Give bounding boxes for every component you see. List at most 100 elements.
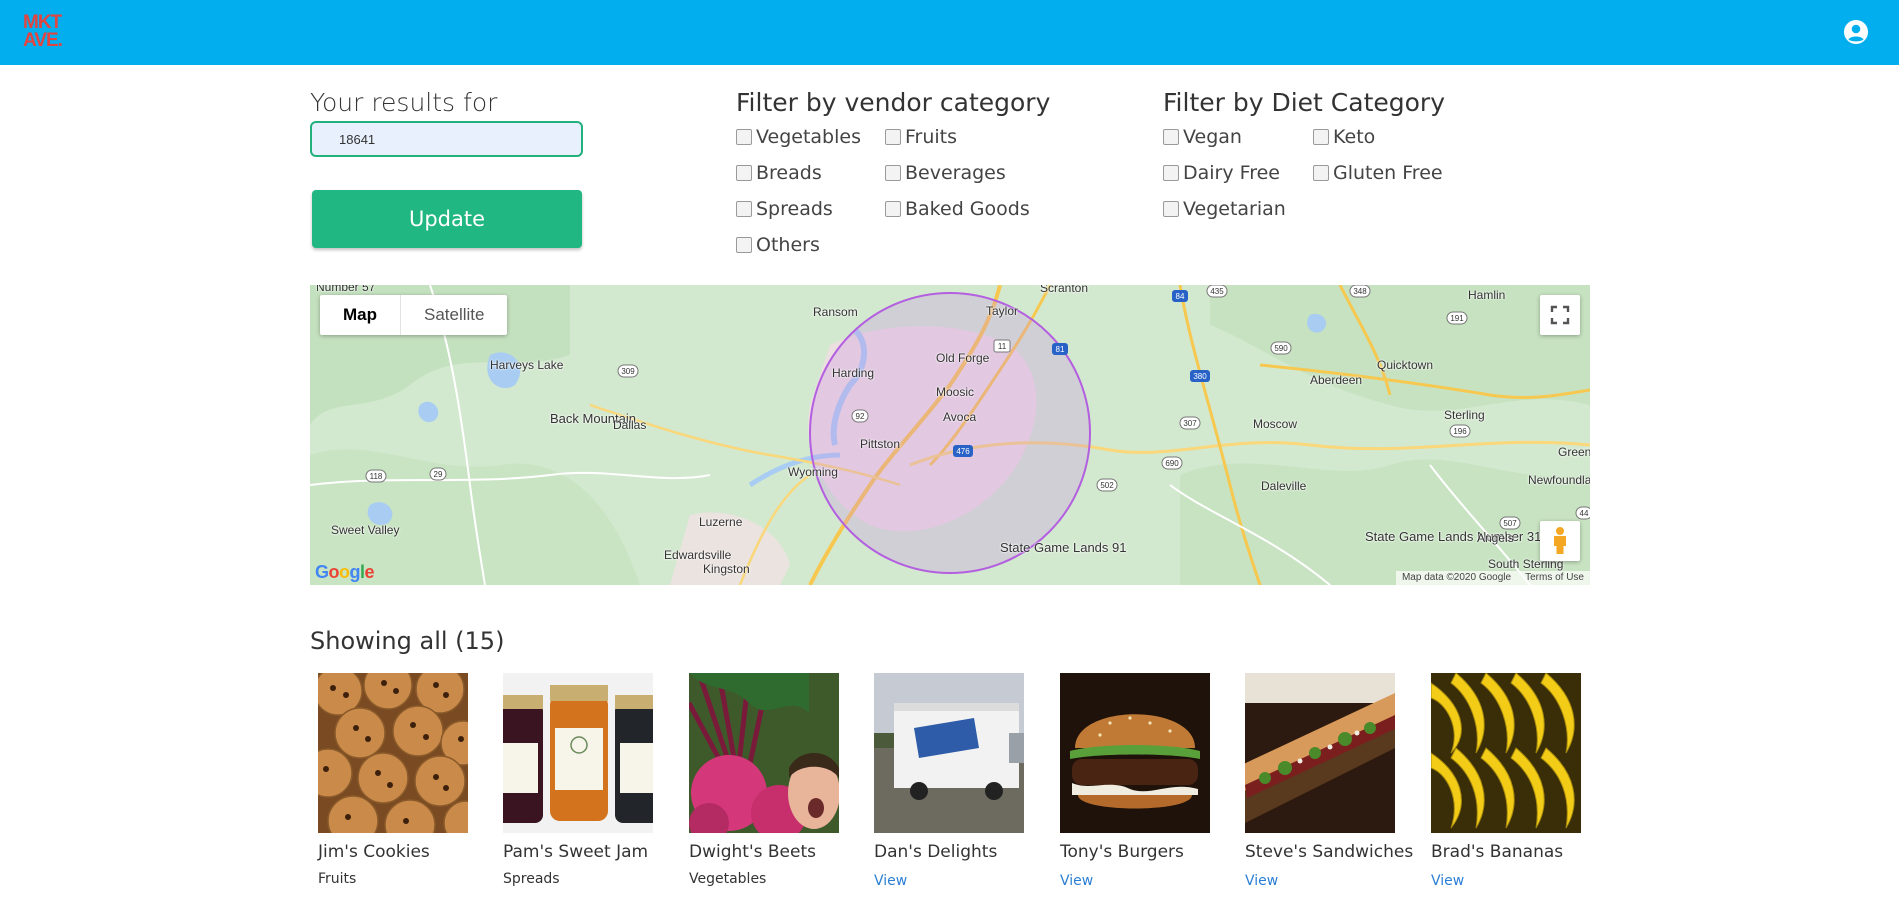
cookies-photo[interactable] (318, 673, 468, 833)
checkbox[interactable] (736, 201, 752, 217)
burger-photo[interactable] (1060, 673, 1210, 833)
map-type-satellite-button[interactable]: Satellite (401, 295, 507, 335)
road-shield: 435 (1206, 285, 1228, 298)
vendor-name: Dan's Delights (874, 842, 998, 862)
mkt-ave-logo[interactable]: MKT AVE. (23, 13, 69, 51)
map-data-credit: Map data ©2020 Google (1401, 572, 1512, 583)
road-shield: 502 (1096, 478, 1118, 492)
road-shield: 44 (1575, 506, 1590, 520)
road-shield: 118 (365, 469, 387, 483)
svg-text:191: 191 (1450, 314, 1464, 323)
filter-label: Dairy Free (1183, 162, 1280, 184)
road-shield: 690 (1161, 456, 1183, 470)
filter-label: Baked Goods (905, 198, 1030, 220)
vendor-name: Jim's Cookies (318, 842, 430, 862)
road-shield: 309 (617, 364, 639, 378)
jam-jars-photo[interactable] (503, 673, 653, 833)
filter-label: Vegetarian (1183, 198, 1286, 220)
road-shield: 81 (1052, 343, 1068, 355)
svg-text:309: 309 (621, 367, 635, 376)
filter-gluten-free[interactable]: Gluten Free (1313, 161, 1443, 185)
filter-vegan[interactable]: Vegan (1163, 125, 1242, 149)
vendor-card[interactable]: Pam's Sweet Jam Spreads (503, 673, 653, 887)
street-view-button[interactable] (1540, 521, 1580, 561)
view-vendor-link[interactable]: View (1431, 873, 1581, 889)
filter-label: Spreads (756, 198, 833, 220)
checkbox[interactable] (736, 165, 752, 181)
zip-code-input[interactable] (310, 121, 583, 157)
beets-photo[interactable] (689, 673, 839, 833)
sandwich-photo[interactable] (1245, 673, 1395, 833)
fullscreen-button[interactable] (1540, 295, 1580, 335)
filter-fruits[interactable]: Fruits (885, 125, 957, 149)
filter-label: Beverages (905, 162, 1006, 184)
vendor-name: Tony's Burgers (1060, 842, 1184, 862)
road-shield: 476 (953, 445, 973, 457)
road-shield: 507 (1499, 516, 1521, 530)
svg-text:690: 690 (1165, 459, 1179, 468)
checkbox[interactable] (885, 201, 901, 217)
filter-keto[interactable]: Keto (1313, 125, 1375, 149)
terms-of-use-link[interactable]: Terms of Use (1525, 572, 1584, 583)
filter-spreads[interactable]: Spreads (736, 197, 833, 221)
map-type-map-button[interactable]: Map (320, 295, 401, 335)
checkbox[interactable] (1163, 129, 1179, 145)
filter-vegetarian[interactable]: Vegetarian (1163, 197, 1286, 221)
vendor-card[interactable]: Brad's Bananas View (1431, 673, 1581, 889)
svg-text:44: 44 (1580, 509, 1589, 518)
vendor-category: Spreads (503, 871, 560, 887)
vendor-card[interactable]: Dan's Delights View (874, 673, 1024, 889)
vendor-name: Brad's Bananas (1431, 842, 1564, 862)
filter-others[interactable]: Others (736, 233, 820, 257)
svg-text:307: 307 (1183, 419, 1197, 428)
view-vendor-link[interactable]: View (1060, 873, 1210, 889)
road-shield: 196 (1449, 424, 1471, 438)
vendor-category: Vegetables (689, 871, 767, 887)
svg-text:590: 590 (1274, 344, 1288, 353)
filter-label: Vegetables (756, 126, 861, 148)
checkbox[interactable] (1163, 201, 1179, 217)
view-vendor-link[interactable]: View (1245, 873, 1395, 889)
vendor-name: Pam's Sweet Jam (503, 842, 649, 862)
road-shield: 380 (1190, 370, 1210, 382)
bananas-photo[interactable] (1431, 673, 1581, 833)
google-logo: Google (315, 562, 375, 582)
filter-breads[interactable]: Breads (736, 161, 822, 185)
vendor-card[interactable]: Steve's Sandwiches View (1245, 673, 1413, 889)
road-shield: 29 (429, 467, 447, 481)
pegman-icon (1554, 527, 1566, 554)
filter-label: Gluten Free (1333, 162, 1443, 184)
filter-dairy-free[interactable]: Dairy Free (1163, 161, 1280, 185)
checkbox[interactable] (885, 129, 901, 145)
map-type-toggle: Map Satellite (320, 295, 508, 335)
account-circle-icon[interactable] (1843, 19, 1869, 45)
svg-text:118: 118 (370, 472, 383, 481)
checkbox[interactable] (1163, 165, 1179, 181)
svg-text:502: 502 (1100, 481, 1114, 490)
filter-vegetables[interactable]: Vegetables (736, 125, 861, 149)
checkbox[interactable] (885, 165, 901, 181)
checkbox[interactable] (736, 237, 752, 253)
checkbox[interactable] (1313, 129, 1329, 145)
road-shield: 84 (1172, 290, 1188, 302)
update-button[interactable]: Update (312, 190, 582, 248)
filter-baked-goods[interactable]: Baked Goods (885, 197, 1030, 221)
filter-label: Breads (756, 162, 822, 184)
vendor-card[interactable]: Dwight's Beets Vegetables (689, 673, 839, 887)
checkbox[interactable] (1313, 165, 1329, 181)
vendor-map[interactable]: Number 57 Scranton Ransom Taylor Harveys… (310, 285, 1590, 585)
logo-line-2: AVE. (23, 30, 63, 51)
road-shield: 348 (1349, 285, 1371, 298)
svg-text:348: 348 (1353, 287, 1367, 296)
filter-beverages[interactable]: Beverages (885, 161, 1006, 185)
road-shield: 92 (851, 409, 869, 423)
view-vendor-link[interactable]: View (874, 873, 1024, 889)
svg-text:507: 507 (1503, 519, 1517, 528)
road-shield: 307 (1179, 416, 1201, 430)
vendor-card[interactable]: Jim's Cookies Fruits (318, 673, 468, 887)
road-shield: 191 (1446, 311, 1468, 325)
svg-text:435: 435 (1210, 287, 1224, 296)
food-truck-photo[interactable] (874, 673, 1024, 833)
vendor-card[interactable]: Tony's Burgers View (1060, 673, 1210, 889)
checkbox[interactable] (736, 129, 752, 145)
